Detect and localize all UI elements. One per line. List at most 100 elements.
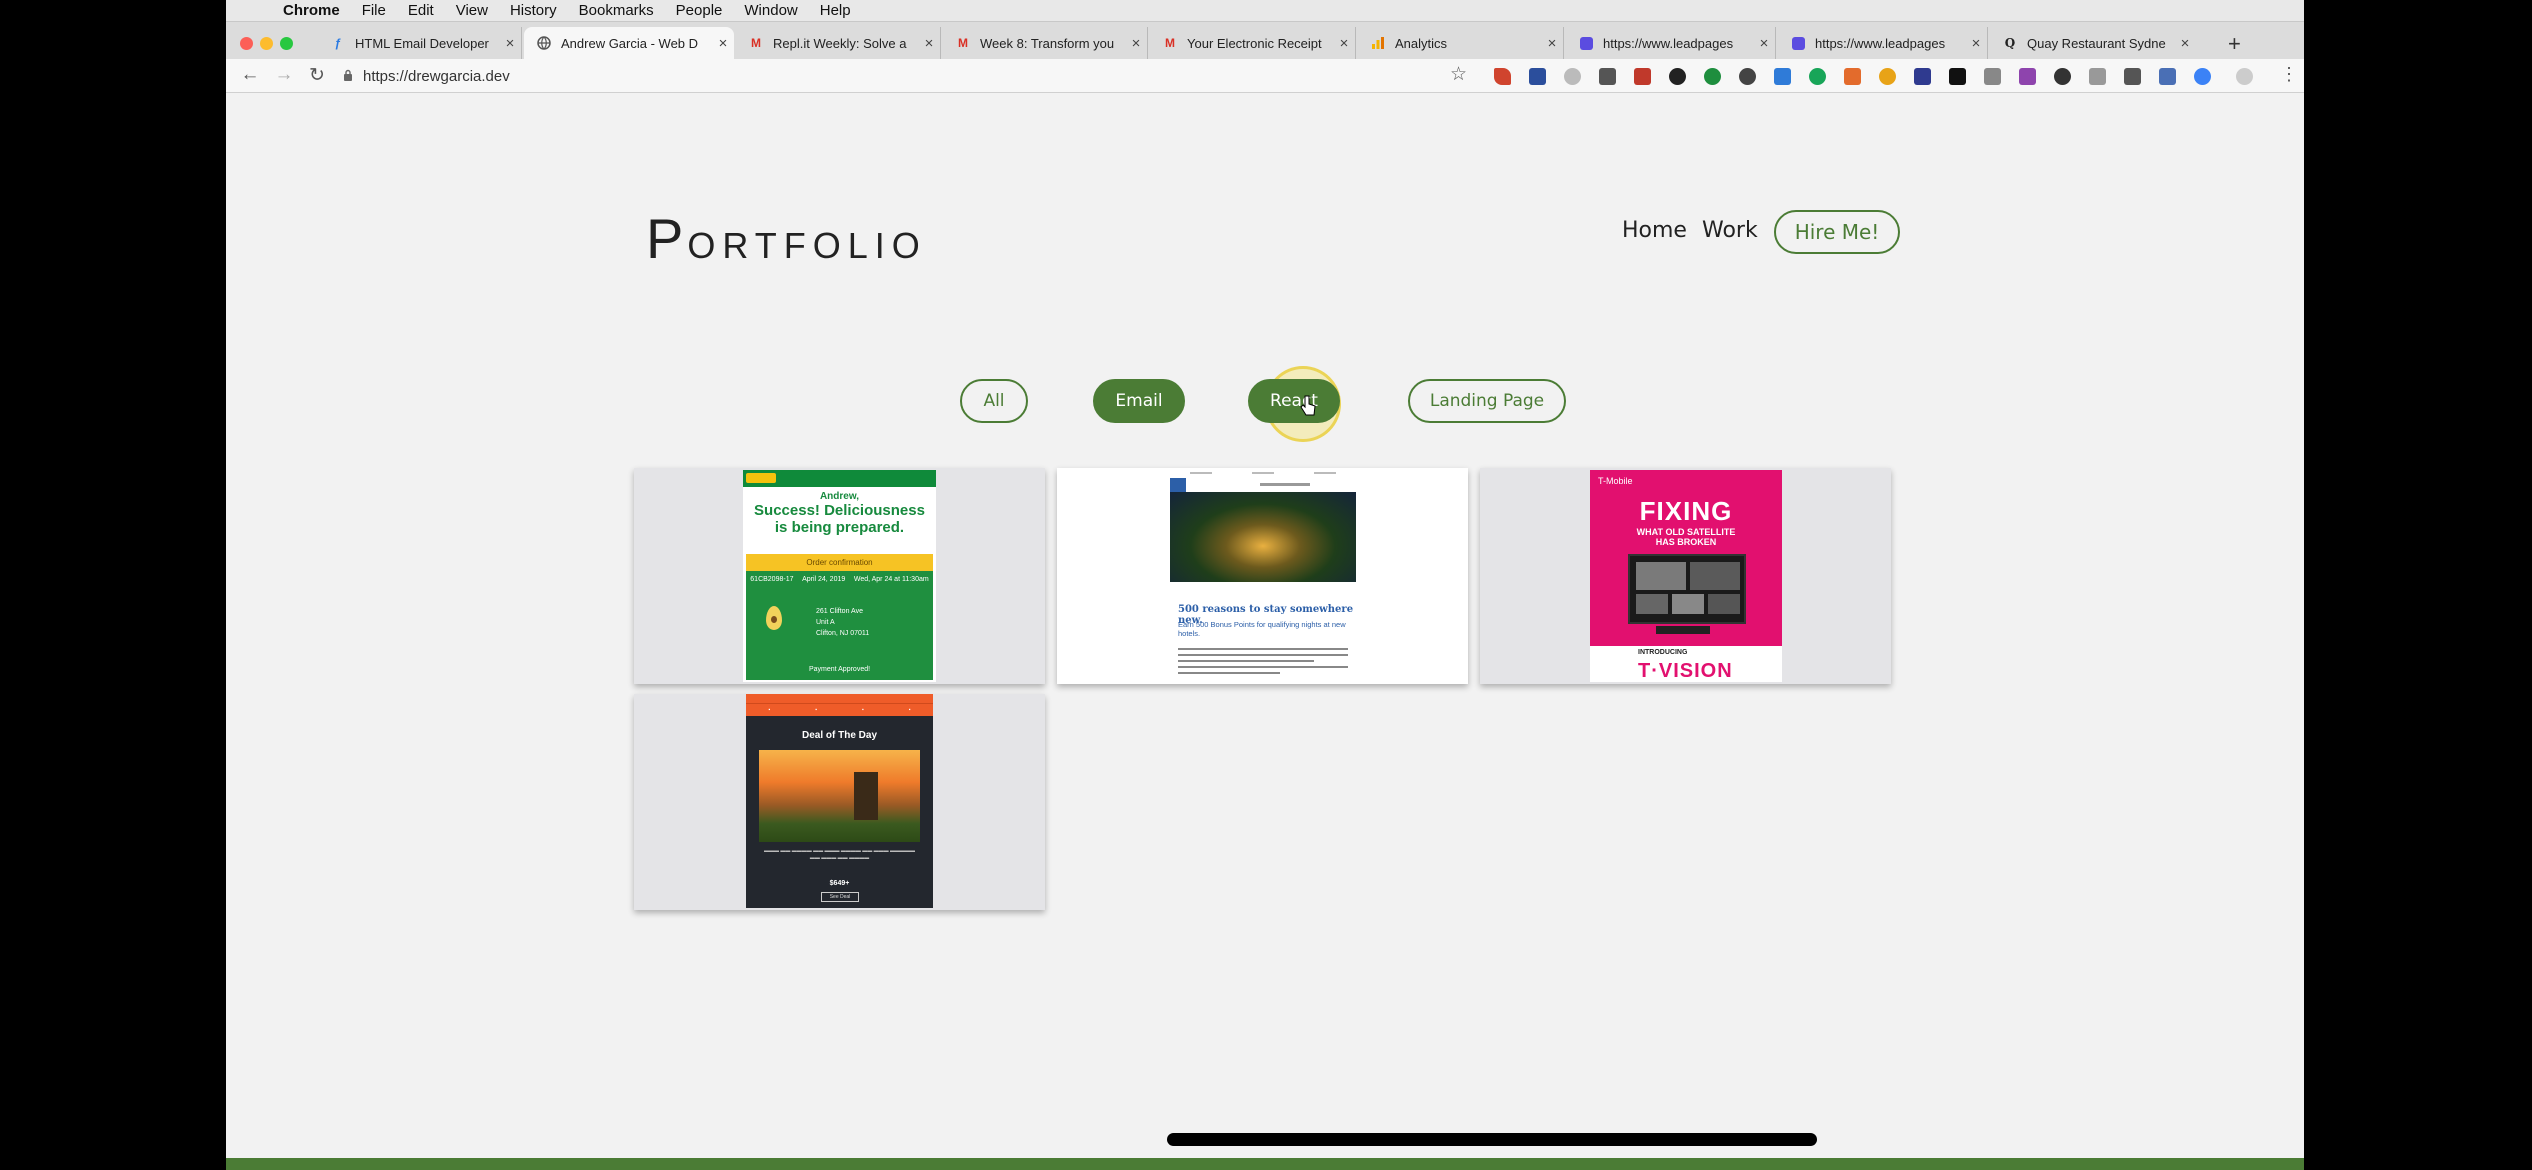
extension-screenshot-icon[interactable] xyxy=(1599,68,1616,85)
tv-box-image xyxy=(1656,626,1710,634)
portfolio-card-tmobile[interactable]: T-Mobile FIXING WHAT OLD SATELLITE HAS B… xyxy=(1480,468,1891,684)
tab-week-8[interactable]: M Week 8: Transform you × xyxy=(943,27,1148,59)
tab-leadpages-2[interactable]: https://www.leadpages × xyxy=(1778,27,1988,59)
menu-chrome[interactable]: Chrome xyxy=(272,0,351,22)
logo-initial: P xyxy=(646,207,688,270)
extension-blue-icon[interactable] xyxy=(1914,68,1931,85)
subway-email-thumbnail: Andrew, Success! Deliciousness is being … xyxy=(743,470,936,682)
close-tab-icon[interactable]: × xyxy=(1333,35,1355,52)
zoom-window-button[interactable] xyxy=(280,37,293,50)
portfolio-card-deal[interactable]: ▪ ▪ ▪ ▪ Deal of The Day ▬▬▬ ▬▬ ▬▬▬▬ ▬▬ ▬▬▬ … xyxy=(634,694,1045,910)
extension-gear-icon[interactable] xyxy=(1529,68,1546,85)
extension-orange-icon[interactable] xyxy=(1844,68,1861,85)
browser-toolbar: ← → ↻ https://drewgarcia.dev ☆ ⋮ xyxy=(226,59,2304,93)
hotel-logo-icon xyxy=(1170,478,1186,492)
close-tab-icon[interactable]: × xyxy=(499,35,521,52)
tv-screen-image xyxy=(1628,554,1746,624)
extension-info-icon[interactable] xyxy=(2194,68,2211,85)
castle-shape xyxy=(854,772,878,820)
tab-html-email-developer[interactable]: ƒ HTML Email Developer × xyxy=(318,27,522,59)
menu-edit[interactable]: Edit xyxy=(397,0,445,22)
tmobile-subhead-line: HAS BROKEN xyxy=(1655,537,1717,547)
close-tab-icon[interactable]: × xyxy=(1541,35,1563,52)
close-tab-icon[interactable]: × xyxy=(1753,35,1775,52)
extension-circle-icon[interactable] xyxy=(2054,68,2071,85)
extension-code-icon[interactable] xyxy=(1984,68,2001,85)
tab-title: https://www.leadpages xyxy=(1603,35,1734,51)
profile-avatar-icon[interactable] xyxy=(2236,68,2253,85)
page-footer-strip xyxy=(226,1158,2304,1170)
extension-pen-icon[interactable] xyxy=(1494,68,1511,85)
tab-leadpages-1[interactable]: https://www.leadpages × xyxy=(1566,27,1776,59)
menu-window[interactable]: Window xyxy=(733,0,808,22)
filter-all-button[interactable]: All xyxy=(960,379,1028,423)
tmobile-subhead: WHAT OLD SATELLITE HAS BROKEN xyxy=(1590,527,1782,547)
extension-grammarly-icon[interactable] xyxy=(1809,68,1826,85)
logo-rest: ORTFOLIO xyxy=(687,225,927,266)
home-indicator-bar xyxy=(1167,1133,1817,1146)
close-tab-icon[interactable]: × xyxy=(712,35,734,52)
extension-f-icon[interactable] xyxy=(2124,68,2141,85)
close-tab-icon[interactable]: × xyxy=(918,35,940,52)
menu-people[interactable]: People xyxy=(665,0,734,22)
subway-header xyxy=(743,470,936,487)
extension-iq-icon[interactable] xyxy=(1774,68,1791,85)
nav-work-link[interactable]: Work xyxy=(1702,218,1758,243)
filter-email-button[interactable]: Email xyxy=(1093,379,1185,423)
minimize-window-button[interactable] xyxy=(260,37,273,50)
close-tab-icon[interactable]: × xyxy=(2174,35,2196,52)
extension-spinner-icon[interactable] xyxy=(1564,68,1581,85)
more-menu-icon[interactable]: ⋮ xyxy=(2280,64,2298,85)
close-tab-icon[interactable]: × xyxy=(1965,35,1987,52)
menu-history[interactable]: History xyxy=(499,0,568,22)
forward-icon[interactable]: → xyxy=(272,64,296,86)
web-page: PORTFOLIO Home Work Hire Me! All Email R… xyxy=(226,94,2304,1158)
close-tab-icon[interactable]: × xyxy=(1125,35,1147,52)
subway-greeting: Andrew, xyxy=(819,491,860,502)
portfolio-logo[interactable]: PORTFOLIO xyxy=(646,206,927,271)
tab-analytics[interactable]: Analytics × xyxy=(1358,27,1564,59)
hotel-top-links xyxy=(1170,470,1356,476)
portfolio-card-subway[interactable]: Andrew, Success! Deliciousness is being … xyxy=(634,468,1045,684)
back-icon[interactable]: ← xyxy=(238,64,262,86)
extension-green-icon[interactable] xyxy=(1704,68,1721,85)
menu-file[interactable]: File xyxy=(351,0,397,22)
reload-icon[interactable]: ↻ xyxy=(305,64,329,87)
subway-address: 261 Clifton Ave Unit A Clifton, NJ 07011 xyxy=(816,606,869,639)
extension-list-icon[interactable] xyxy=(2159,68,2176,85)
leadpages-icon xyxy=(1578,35,1594,51)
hire-me-button[interactable]: Hire Me! xyxy=(1774,210,1900,254)
deal-price: $649+ xyxy=(829,880,850,887)
filter-react-button[interactable]: React xyxy=(1248,379,1340,423)
url-text: https://drewgarcia.dev xyxy=(363,67,510,85)
new-tab-icon[interactable]: + xyxy=(2228,31,2241,57)
tab-electronic-receipt[interactable]: M Your Electronic Receipt × xyxy=(1150,27,1356,59)
extension-purple-icon[interactable] xyxy=(2019,68,2036,85)
close-window-button[interactable] xyxy=(240,37,253,50)
subway-address-line: Unit A xyxy=(816,619,835,626)
tmobile-intro-panel: INTRODUCING T·VISION xyxy=(1590,646,1782,682)
menu-help[interactable]: Help xyxy=(809,0,862,22)
tab-strip: ƒ HTML Email Developer × Andrew Garcia -… xyxy=(226,22,2304,59)
extension-red-icon[interactable] xyxy=(1634,68,1651,85)
filter-landing-page-button[interactable]: Landing Page xyxy=(1408,379,1566,423)
gmail-icon: M xyxy=(751,36,761,50)
nav-home-link[interactable]: Home xyxy=(1622,218,1687,243)
tab-andrew-garcia[interactable]: Andrew Garcia - Web D × xyxy=(524,27,734,59)
tab-replit-weekly[interactable]: M Repl.it Weekly: Solve a × xyxy=(736,27,941,59)
subway-order-number: 61CB2098-17 xyxy=(750,576,794,583)
tmobile-intro: INTRODUCING xyxy=(1638,649,1688,656)
hand-cursor-icon xyxy=(1300,395,1316,417)
extension-a-icon[interactable] xyxy=(1739,68,1756,85)
portfolio-card-hotel[interactable]: 500 reasons to stay somewhere new. Earn … xyxy=(1057,468,1468,684)
extension-yellow-icon[interactable] xyxy=(1879,68,1896,85)
tab-title: https://www.leadpages xyxy=(1815,35,1946,51)
extension-dark-icon[interactable] xyxy=(1949,68,1966,85)
extension-box-icon[interactable] xyxy=(2089,68,2106,85)
bookmark-star-icon[interactable]: ☆ xyxy=(1450,63,1467,86)
tab-quay-restaurant[interactable]: Q Quay Restaurant Sydne × xyxy=(1990,27,2196,59)
menu-bookmarks[interactable]: Bookmarks xyxy=(568,0,665,22)
extension-black-icon[interactable] xyxy=(1669,68,1686,85)
menu-view[interactable]: View xyxy=(445,0,499,22)
deal-email-thumbnail: ▪ ▪ ▪ ▪ Deal of The Day ▬▬▬ ▬▬ ▬▬▬▬ ▬▬ ▬▬▬ … xyxy=(746,694,933,908)
